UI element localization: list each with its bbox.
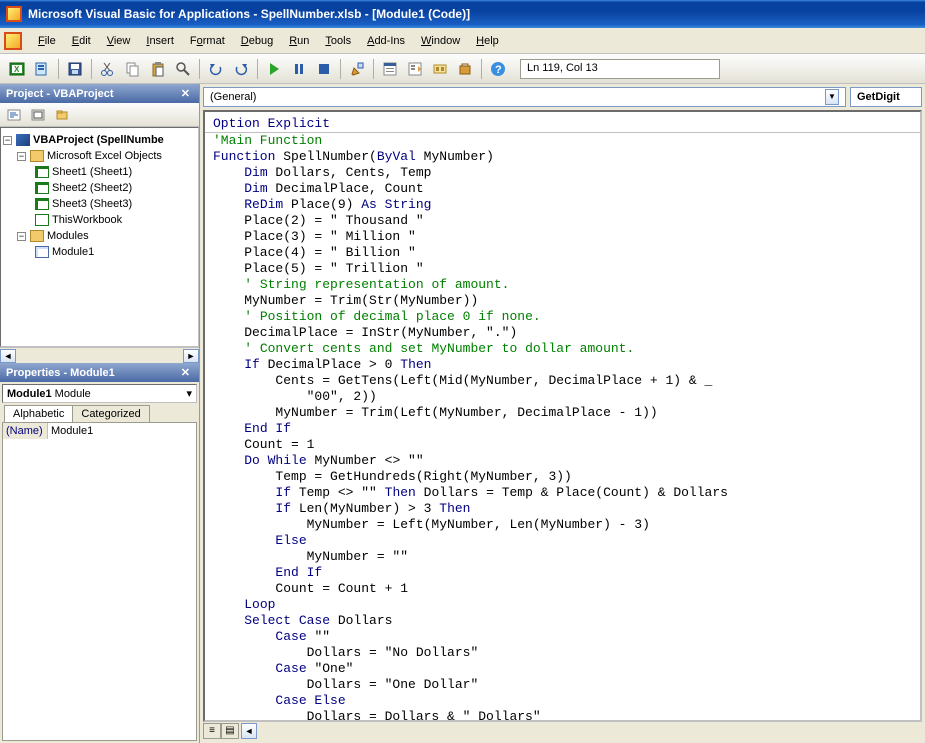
run-button[interactable] — [263, 58, 285, 80]
menu-help[interactable]: Help — [468, 33, 507, 49]
chevron-down-icon: ▾ — [186, 387, 192, 400]
menu-bar: FFileile Edit View Insert Format Debug R… — [0, 28, 925, 54]
vba-app-icon — [6, 6, 22, 22]
cursor-position-display: Ln 119, Col 13 — [520, 59, 720, 79]
toolbox-button[interactable] — [454, 58, 476, 80]
properties-window-button[interactable] — [404, 58, 426, 80]
insert-dropdown-button[interactable] — [31, 58, 53, 80]
window-title: Microsoft Visual Basic for Applications … — [28, 7, 470, 21]
paste-button[interactable] — [147, 58, 169, 80]
svg-text:X: X — [14, 65, 20, 74]
view-excel-button[interactable]: X — [6, 58, 28, 80]
menu-insert[interactable]: Insert — [138, 33, 182, 49]
scroll-right-button[interactable]: ► — [183, 349, 199, 363]
view-code-button[interactable] — [4, 105, 24, 125]
toggle-folders-button[interactable] — [52, 105, 72, 125]
find-button[interactable] — [172, 58, 194, 80]
property-row-name[interactable]: (Name) Module1 — [3, 423, 196, 439]
window-titlebar: Microsoft Visual Basic for Applications … — [0, 0, 925, 28]
cut-button[interactable] — [97, 58, 119, 80]
tree-sheet1[interactable]: Sheet1 (Sheet1) — [3, 164, 196, 180]
tree-project-root[interactable]: −VBAProject (SpellNumbe — [3, 132, 196, 148]
project-tree[interactable]: −VBAProject (SpellNumbe −Microsoft Excel… — [0, 127, 199, 347]
procedure-combo[interactable]: GetDigit — [850, 87, 922, 107]
tree-module1[interactable]: Module1 — [3, 244, 196, 260]
project-explorer-button[interactable] — [379, 58, 401, 80]
undo-button[interactable] — [205, 58, 227, 80]
view-object-button[interactable] — [28, 105, 48, 125]
properties-panel-title: Properties - Module1 ✕ — [0, 363, 199, 382]
code-combo-bar: (General) ▼ GetDigit — [200, 84, 925, 110]
help-button[interactable]: ? — [487, 58, 509, 80]
menu-debug[interactable]: Debug — [233, 33, 281, 49]
properties-panel-close-button[interactable]: ✕ — [178, 366, 193, 379]
redo-button[interactable] — [230, 58, 252, 80]
menu-run[interactable]: Run — [281, 33, 317, 49]
properties-grid[interactable]: (Name) Module1 — [2, 422, 197, 741]
procedure-view-button[interactable]: ≡ — [203, 723, 221, 739]
copy-button[interactable] — [122, 58, 144, 80]
project-tree-scrollbar[interactable]: ◄ ► — [0, 347, 199, 363]
full-module-view-button[interactable]: ▤ — [221, 723, 239, 739]
project-panel-toolbar — [0, 103, 199, 127]
object-combo[interactable]: (General) ▼ — [203, 87, 846, 107]
design-mode-button[interactable] — [346, 58, 368, 80]
tree-modules-folder[interactable]: −Modules — [3, 228, 196, 244]
chevron-down-icon: ▼ — [825, 89, 839, 105]
scroll-left-button[interactable]: ◄ — [0, 349, 16, 363]
code-view-mode-bar: ≡ ▤ ◄ — [203, 722, 922, 740]
code-scroll-left-button[interactable]: ◄ — [241, 723, 257, 739]
properties-tabs: Alphabetic Categorized — [4, 405, 199, 422]
property-name-value[interactable]: Module1 — [48, 423, 196, 439]
reset-button[interactable] — [313, 58, 335, 80]
project-panel-title: Project - VBAProject ✕ — [0, 84, 199, 103]
tree-excel-objects-folder[interactable]: −Microsoft Excel Objects — [3, 148, 196, 164]
tab-categorized[interactable]: Categorized — [72, 405, 149, 422]
tab-alphabetic[interactable]: Alphabetic — [4, 405, 73, 422]
object-browser-button[interactable] — [429, 58, 451, 80]
property-name-label: (Name) — [3, 423, 48, 439]
menu-view[interactable]: View — [99, 33, 139, 49]
menu-edit[interactable]: Edit — [64, 33, 99, 49]
save-button[interactable] — [64, 58, 86, 80]
menu-window[interactable]: Window — [413, 33, 468, 49]
break-button[interactable] — [288, 58, 310, 80]
menu-addins[interactable]: Add-Ins — [359, 33, 413, 49]
svg-text:?: ? — [495, 64, 502, 76]
properties-object-selector[interactable]: Module1 Module ▾ — [2, 384, 197, 403]
code-editor[interactable]: Option Explicit 'Main Function Function … — [203, 110, 922, 722]
project-panel-close-button[interactable]: ✕ — [178, 87, 193, 100]
tree-sheet3[interactable]: Sheet3 (Sheet3) — [3, 196, 196, 212]
tree-sheet2[interactable]: Sheet2 (Sheet2) — [3, 180, 196, 196]
tree-thisworkbook[interactable]: ThisWorkbook — [3, 212, 196, 228]
vba-menu-icon — [4, 32, 22, 50]
menu-tools[interactable]: Tools — [317, 33, 359, 49]
menu-file[interactable]: FFileile — [30, 33, 64, 49]
menu-format[interactable]: Format — [182, 33, 233, 49]
standard-toolbar: X ? Ln 119, Col 13 — [0, 54, 925, 84]
